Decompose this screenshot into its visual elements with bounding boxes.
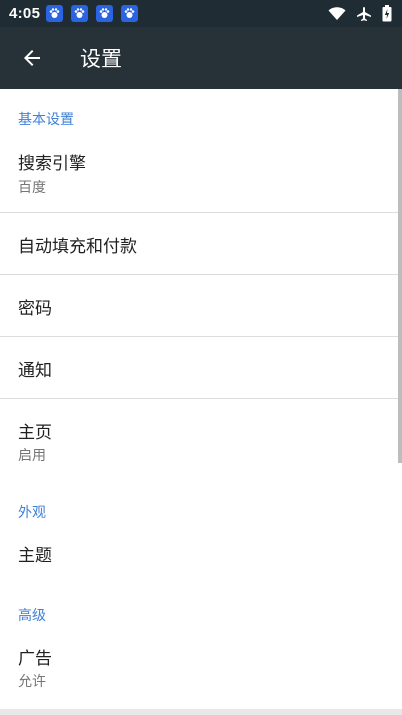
section-header-appearance: 外观 xyxy=(18,505,46,521)
arrow-left-icon xyxy=(24,50,40,66)
wifi-icon xyxy=(328,6,346,21)
page-title: 设置 xyxy=(80,47,122,71)
setting-autofill-payments[interactable]: 自动填充和付款 xyxy=(0,213,398,274)
bottom-edge xyxy=(0,709,402,715)
setting-title: 密码 xyxy=(18,299,52,319)
status-time: 4:05 xyxy=(9,5,41,22)
setting-title: 自动填充和付款 xyxy=(18,237,137,257)
battery-icon xyxy=(382,5,392,22)
app-toolbar: 设置 xyxy=(0,27,402,89)
baidu-paw-icon xyxy=(71,5,89,22)
baidu-paw-icon xyxy=(121,5,139,22)
section-header-advanced: 高级 xyxy=(18,608,46,624)
scrollbar[interactable] xyxy=(398,89,402,463)
setting-subtitle: 允许 xyxy=(18,674,46,690)
setting-title: 主题 xyxy=(18,546,52,566)
setting-search-engine[interactable]: 搜索引擎 百度 xyxy=(0,133,398,212)
baidu-paw-icon xyxy=(46,5,64,22)
status-icons xyxy=(318,0,392,27)
section-header-basic: 基本设置 xyxy=(18,112,74,128)
setting-notifications[interactable]: 通知 xyxy=(0,337,398,398)
setting-title: 搜索引擎 xyxy=(18,154,86,174)
setting-title: 广告 xyxy=(18,649,52,669)
setting-theme[interactable]: 主题 xyxy=(0,529,398,581)
settings-list: 基本设置 搜索引擎 百度 自动填充和付款 密码 通知 主页 启用 外观 主题 高… xyxy=(0,89,402,715)
setting-title: 主页 xyxy=(18,423,52,443)
settings-screen: 4:05 设置 基本设置 搜索引擎 百度 自动填充和付款 密码 通知 主页 启用… xyxy=(0,0,402,715)
status-bar: 4:05 xyxy=(0,0,402,27)
setting-homepage[interactable]: 主页 启用 xyxy=(0,399,398,469)
setting-subtitle: 百度 xyxy=(18,180,46,196)
setting-subtitle: 启用 xyxy=(18,448,46,464)
setting-title: 通知 xyxy=(18,361,52,381)
setting-ads[interactable]: 广告 允许 xyxy=(0,631,398,707)
setting-passwords[interactable]: 密码 xyxy=(0,275,398,336)
airplane-icon xyxy=(356,6,372,22)
baidu-paw-icon xyxy=(96,5,114,22)
notification-icons xyxy=(46,5,146,22)
back-button[interactable] xyxy=(14,40,50,76)
